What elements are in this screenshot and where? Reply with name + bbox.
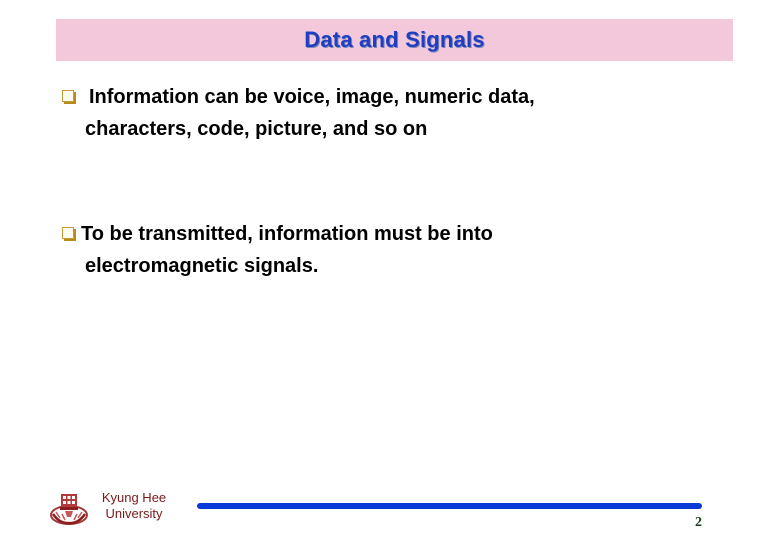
bullet-item: Information can be voice, image, numeric… [62,81,535,145]
bullet-text-line: Information can be voice, image, numeric… [89,86,535,108]
title-bar: Data and Signals [56,19,733,61]
bullet-text-line: electromagnetic signals. [85,255,319,277]
university-crest-icon [48,490,90,526]
checkbox-square-icon [62,90,74,102]
footer-divider [197,503,702,509]
institution-name: Kyung Hee University [94,490,174,522]
bullet-text-line: To be transmitted, information must be i… [81,223,493,245]
institution-name-line1: Kyung Hee [101,490,167,505]
bullet-item: To be transmitted, information must be i… [62,218,493,282]
bullet-text-line: characters, code, picture, and so on [85,118,428,140]
institution-name-line2: University [105,506,163,521]
page-number: 2 [695,515,702,530]
checkbox-square-icon [62,227,74,239]
slide-title: Data and Signals [304,27,485,52]
